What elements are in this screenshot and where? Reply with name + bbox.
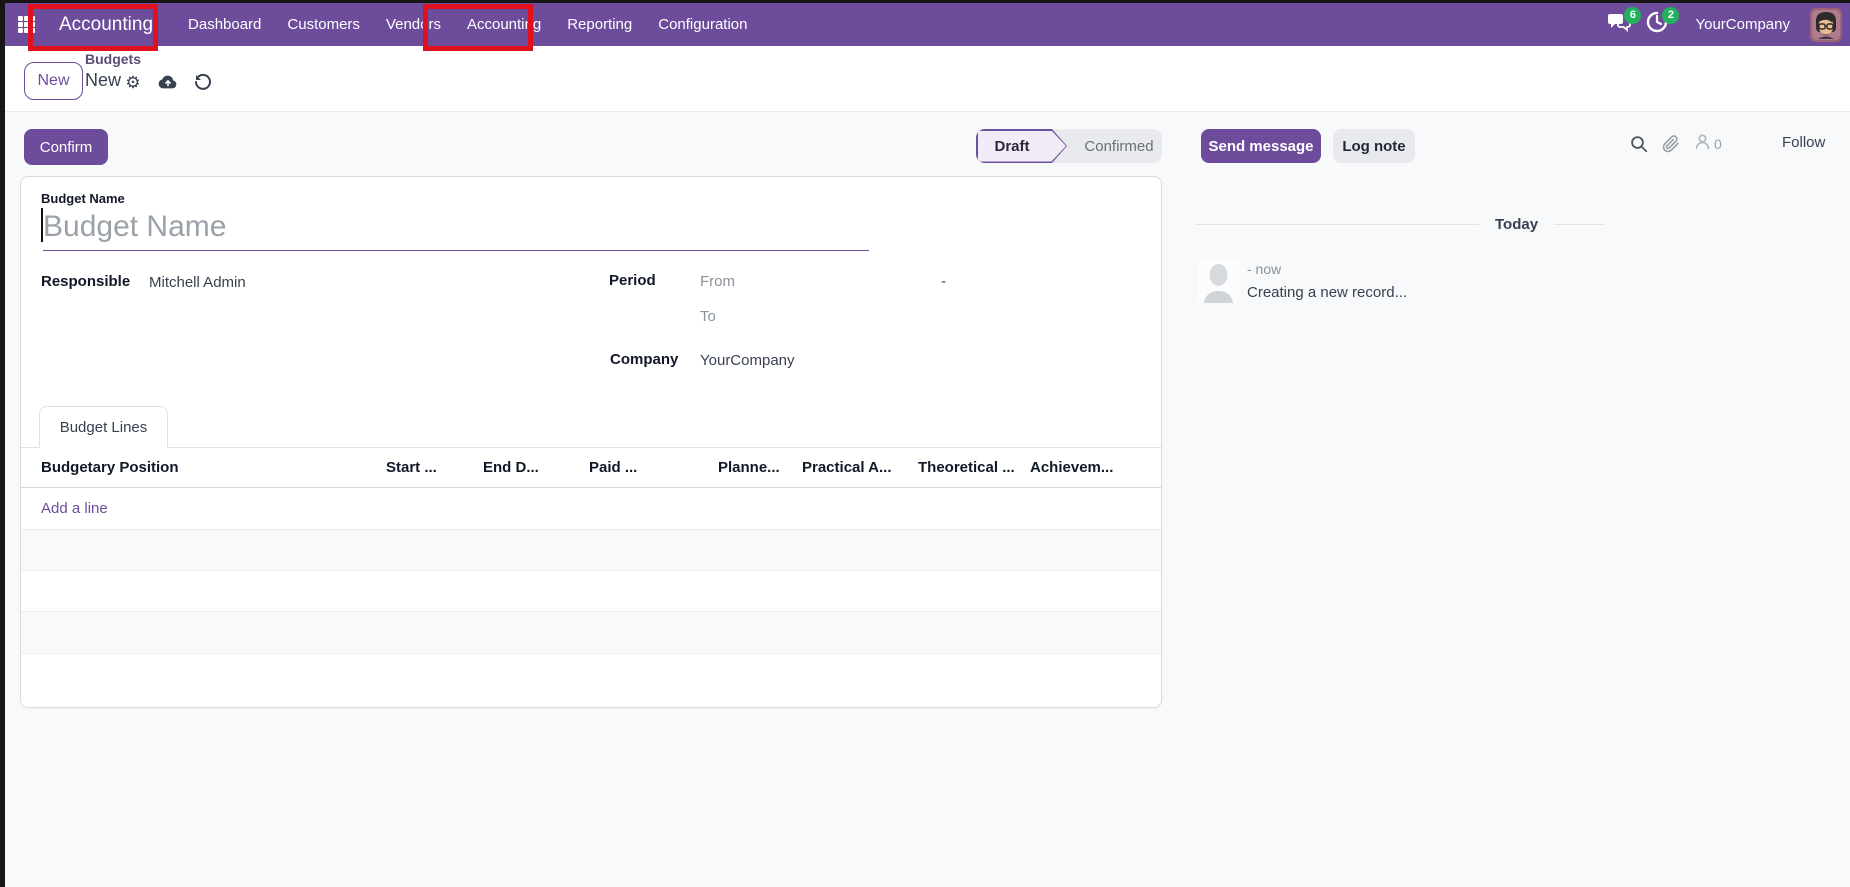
confirm-button[interactable]: Confirm (24, 129, 108, 165)
screenshot-top-edge (0, 0, 1850, 3)
breadcrumb-parent[interactable]: Budgets (85, 51, 141, 67)
control-panel: New Budgets New ⚙ (5, 46, 1850, 112)
annotation-box-app-accounting (28, 4, 158, 51)
col-paid-date[interactable]: Paid ... (589, 459, 637, 476)
date-divider-label: Today (1495, 216, 1538, 233)
nav-item-reporting[interactable]: Reporting (554, 3, 645, 46)
col-end-date[interactable]: End D... (483, 459, 539, 476)
status-bar[interactable]: Draft Confirmed (976, 129, 1162, 163)
message-body: - now Creating a new record... (1247, 258, 1407, 303)
period-from-input[interactable]: From (700, 273, 735, 290)
top-navbar: Accounting Dashboard Customers Vendors A… (0, 3, 1850, 46)
message-text: Creating a new record... (1247, 284, 1407, 301)
col-theoretical-amount[interactable]: Theoretical ... (918, 459, 1015, 476)
add-a-line-row: Add a line (21, 488, 1161, 530)
messages-badge: 6 (1624, 7, 1641, 24)
undo-icon[interactable] (193, 72, 213, 92)
activities-badge: 2 (1662, 7, 1679, 24)
new-button[interactable]: New (24, 62, 83, 100)
status-confirmed[interactable]: Confirmed (1068, 129, 1162, 163)
nav-item-customers[interactable]: Customers (274, 3, 373, 46)
col-achievement[interactable]: Achievem... (1030, 459, 1113, 476)
empty-row (21, 612, 1161, 654)
cloud-upload-icon[interactable] (158, 72, 178, 92)
budget-form-card: Budget Name Responsible Mitchell Admin P… (20, 176, 1162, 708)
status-draft[interactable]: Draft (976, 129, 1068, 163)
company-label: Company (610, 351, 678, 368)
gear-icon[interactable]: ⚙ (123, 72, 143, 92)
message-timestamp: - now (1247, 261, 1407, 277)
messages-menu-button[interactable]: 6 (1605, 11, 1633, 39)
activities-menu-button[interactable]: 2 (1643, 11, 1671, 39)
search-icon[interactable] (1630, 135, 1648, 153)
followers-count: 0 (1714, 136, 1722, 152)
chatter-message: - now Creating a new record... (1198, 258, 1407, 303)
text-cursor (41, 208, 43, 242)
breadcrumb-current: New (85, 70, 121, 91)
user-avatar[interactable] (1810, 8, 1842, 42)
annotation-box-menu-accounting (423, 4, 533, 51)
period-to-input[interactable]: To (700, 308, 716, 325)
followers-button[interactable]: 0 (1694, 133, 1722, 155)
empty-row (21, 571, 1161, 612)
follow-button[interactable]: Follow (1782, 134, 1825, 151)
record-actions: ⚙ (123, 72, 213, 92)
chatter-toolbar: 0 (1630, 133, 1722, 155)
message-avatar-placeholder (1198, 258, 1239, 303)
period-label: Period (609, 272, 656, 289)
period-separator: - (941, 273, 946, 290)
budget-lines-header-row: Budgetary Position Start ... End D... Pa… (21, 448, 1161, 488)
col-budgetary-position[interactable]: Budgetary Position (41, 459, 179, 476)
screenshot-left-edge (0, 0, 5, 887)
col-practical-amount[interactable]: Practical A... (802, 459, 892, 476)
col-start-date[interactable]: Start ... (386, 459, 437, 476)
nav-right-cluster: 6 2 YourCompany (1605, 3, 1842, 46)
divider-line (1196, 224, 1479, 225)
col-planned-amount[interactable]: Planne... (718, 459, 780, 476)
tab-budget-lines[interactable]: Budget Lines (39, 406, 168, 448)
add-a-line-link[interactable]: Add a line (41, 500, 108, 517)
nav-item-configuration[interactable]: Configuration (645, 3, 760, 46)
date-divider: Today (1196, 214, 1836, 234)
responsible-label: Responsible (41, 273, 130, 290)
empty-row (21, 654, 1161, 707)
log-note-button[interactable]: Log note (1333, 129, 1415, 163)
responsible-value[interactable]: Mitchell Admin (149, 274, 246, 291)
person-icon (1694, 133, 1711, 155)
company-value[interactable]: YourCompany (700, 352, 795, 369)
send-message-button[interactable]: Send message (1201, 129, 1321, 163)
divider-line (1554, 224, 1604, 225)
company-switcher[interactable]: YourCompany (1695, 16, 1790, 33)
nav-item-dashboard[interactable]: Dashboard (175, 3, 274, 46)
paperclip-icon[interactable] (1662, 135, 1680, 153)
empty-row (21, 530, 1161, 571)
budget-name-input[interactable] (43, 204, 869, 251)
